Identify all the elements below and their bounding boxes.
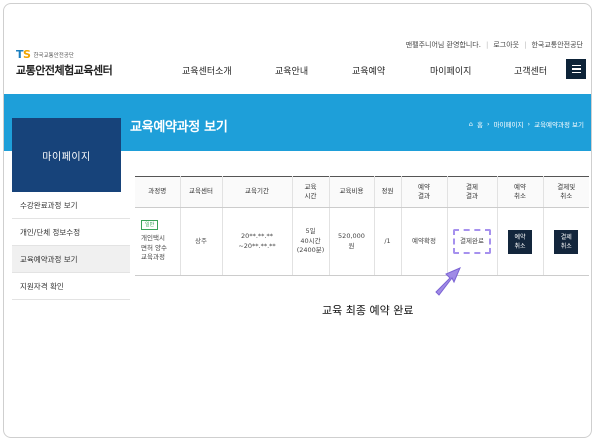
sidebar-title: 마이페이지 [12,118,121,192]
reserve-cancel-button[interactable]: 예약 취소 [508,229,532,254]
header-reserve-result: 예약 결과 [400,176,447,208]
logo-org-name: 한국교통안전공단 [33,52,74,59]
logo-site-name: 교통안전체험교육센터 [16,64,113,77]
period-cell: 20**.**.** ~20**.**.** [221,207,292,276]
sidebar-item-reserved-courses[interactable]: 교육예약과정 보기 [12,246,130,273]
logout-link[interactable]: 로그아웃 [493,40,519,50]
nav-item-center-intro[interactable]: 교육센터소개 [182,64,232,77]
course-name: 개인택시 면허 양수 교육과정 [141,233,167,262]
sidebar-menu: 수강완료과정 보기 개인/단체 정보수정 교육예약과정 보기 지원자격 확인 [12,192,130,300]
pay-cancel-button[interactable]: 결제 취소 [554,229,579,254]
pay-cancel-cell: 결제 취소 [542,207,589,276]
site-logo[interactable]: TS 한국교통안전공단 교통안전체험교육센터 [16,48,113,78]
hours-cell: 5일 40시간 (2400분) [291,207,329,276]
table-header-row: 과정명 교육센터 교육기간 교육 시간 교육비용 정원 예약 결과 결제 결과 … [135,176,589,208]
pointer-arrow-icon [435,267,461,296]
page-title: 교육예약과정 보기 [130,120,228,135]
header-reserve-cancel: 예약 취소 [496,176,543,208]
capacity-cell: /1 [373,207,401,276]
home-icon[interactable]: ⌂ [469,120,473,128]
sidebar-item-eligibility[interactable]: 지원자격 확인 [12,273,130,300]
course-cell: 일반 개인택시 면허 양수 교육과정 [135,207,180,276]
course-type-badge: 일반 [141,219,159,230]
sidebar-item-edit-info[interactable]: 개인/단체 정보수정 [12,219,130,246]
chevron-right-icon: › [527,120,531,128]
header-capacity: 정원 [373,176,401,208]
breadcrumb: ⌂ 홈 › 마이페이지 › 교육예약과정 보기 [469,119,584,129]
reservation-table: 과정명 교육센터 교육기간 교육 시간 교육비용 정원 예약 결과 결제 결과 … [135,176,589,276]
breadcrumb-home[interactable]: 홈 [477,119,483,129]
center-cell: 상주 [179,207,222,276]
nav-item-mypage[interactable]: 마이페이지 [430,64,471,77]
header-period: 교육기간 [221,176,292,208]
sidebar-item-completed-courses[interactable]: 수강완료과정 보기 [12,192,130,219]
ts-logo-icon: TS [16,48,31,61]
nav-item-reservation[interactable]: 교육예약 [352,64,385,77]
breadcrumb-current: 교육예약과정 보기 [534,121,584,129]
header-hours: 교육 시간 [291,176,329,208]
nav-item-customer-center[interactable]: 고객센터 [514,64,547,77]
header-course: 과정명 [135,176,180,208]
header-pay-cancel: 결제및 취소 [542,176,589,208]
header-center: 교육센터 [179,176,222,208]
annotation-caption: 교육 최종 예약 완료 [322,304,414,317]
greeting-text: 맨펠주니어님 환영합니다. [405,41,481,49]
page-frame: 맨펠주니어님 환영합니다. | 로그아웃 | 한국교통안전공단 TS 한국교통안… [3,3,592,438]
header-fee: 교육비용 [328,176,374,208]
payment-complete-highlight: 결제완료 [453,228,491,255]
hamburger-menu-icon[interactable] [566,59,586,79]
fee-cell: 520,000 원 [328,207,374,276]
breadcrumb-mypage[interactable]: 마이페이지 [494,119,524,129]
header-payment-result: 결제 결과 [446,176,497,208]
table-row: 일반 개인택시 면허 양수 교육과정 상주 20**.**.** ~20**.*… [135,207,589,276]
chevron-right-icon: › [486,120,490,128]
org-link[interactable]: 한국교통안전공단 [531,40,583,50]
nav-item-education-info[interactable]: 교육안내 [275,64,308,77]
utility-bar: 맨펠주니어님 환영합니다. | 로그아웃 | 한국교통안전공단 [405,40,583,50]
reserve-cancel-cell: 예약 취소 [496,207,543,276]
